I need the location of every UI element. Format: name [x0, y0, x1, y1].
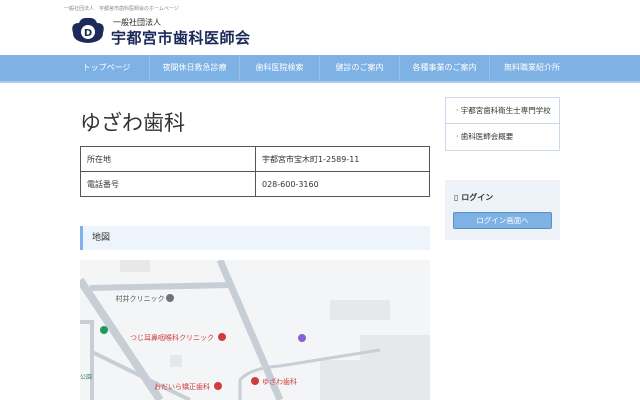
nav-projects[interactable]: 各種事業のご案内: [400, 55, 490, 81]
row-key: 電話番号: [80, 171, 256, 197]
nav-job[interactable]: 無料職業紹介所: [490, 55, 574, 81]
map-pin-icon: [218, 333, 226, 341]
nav-checkup[interactable]: 健診のご案内: [320, 55, 400, 81]
nav-emergency[interactable]: 夜間休日救急診療: [150, 55, 240, 81]
sidebar-link-school[interactable]: · 宇都宮歯科衛生士専門学校: [446, 98, 559, 124]
map[interactable]: 村井クリニック つじ耳鼻咽喉科クリニック おだいら矯正歯科 ゆざわ歯科 公園: [80, 260, 430, 400]
main-nav: トップページ 夜間休日救急診療 歯科医院検索 健診のご案内 各種事業のご案内 無…: [0, 55, 640, 83]
nav-clinic-search[interactable]: 歯科医院検索: [240, 55, 320, 81]
map-label-tsuji: つじ耳鼻咽喉科クリニック: [130, 333, 214, 342]
row-value: 宇都宮市宝木町1-2589-11: [255, 146, 430, 172]
org-name[interactable]: 宇都宮市歯科医師会: [111, 27, 251, 48]
page-title: ゆざわ歯科: [80, 111, 185, 135]
row-key: 所在地: [80, 146, 256, 172]
login-button[interactable]: ログイン画面へ: [453, 212, 552, 229]
map-label-murai: 村井クリニック: [116, 294, 165, 303]
map-pin-icon: [100, 326, 108, 334]
map-heading: 地図: [80, 226, 430, 250]
login-heading: ▯ ログイン: [454, 192, 493, 203]
login-label: ログイン: [461, 193, 494, 202]
sidebar-link-overview[interactable]: · 歯科医師会概要: [446, 124, 559, 150]
map-pin-icon: [214, 382, 222, 390]
svg-text:D: D: [84, 28, 92, 39]
table-row: 電話番号 028-600-3160: [80, 171, 430, 197]
row-value: 028-600-3160: [255, 171, 430, 197]
site-tagline: 一般社団法人 宇都宮市歯科医師会のホームページ: [64, 6, 179, 12]
map-label-park: 公園: [80, 374, 92, 381]
table-row: 所在地 宇都宮市宝木町1-2589-11: [80, 146, 430, 172]
clinic-info-table: 所在地 宇都宮市宝木町1-2589-11 電話番号 028-600-3160: [80, 146, 430, 197]
map-pin-icon: [251, 377, 259, 385]
lock-icon: ▯: [454, 193, 459, 202]
logo-icon[interactable]: D: [70, 15, 106, 45]
map-label-odaira: おだいら矯正歯科: [154, 382, 210, 391]
sidebar-link-label: 歯科医師会概要: [460, 132, 514, 141]
map-pin-icon: [298, 334, 306, 342]
nav-top[interactable]: トップページ: [64, 55, 150, 81]
sidebar-links: · 宇都宮歯科衛生士専門学校 · 歯科医師会概要: [445, 97, 560, 151]
map-label-yuzawa: ゆざわ歯科: [262, 377, 297, 386]
login-box: ▯ ログイン ログイン画面へ: [445, 180, 560, 240]
sidebar-link-label: 宇都宮歯科衛生士専門学校: [460, 106, 551, 115]
